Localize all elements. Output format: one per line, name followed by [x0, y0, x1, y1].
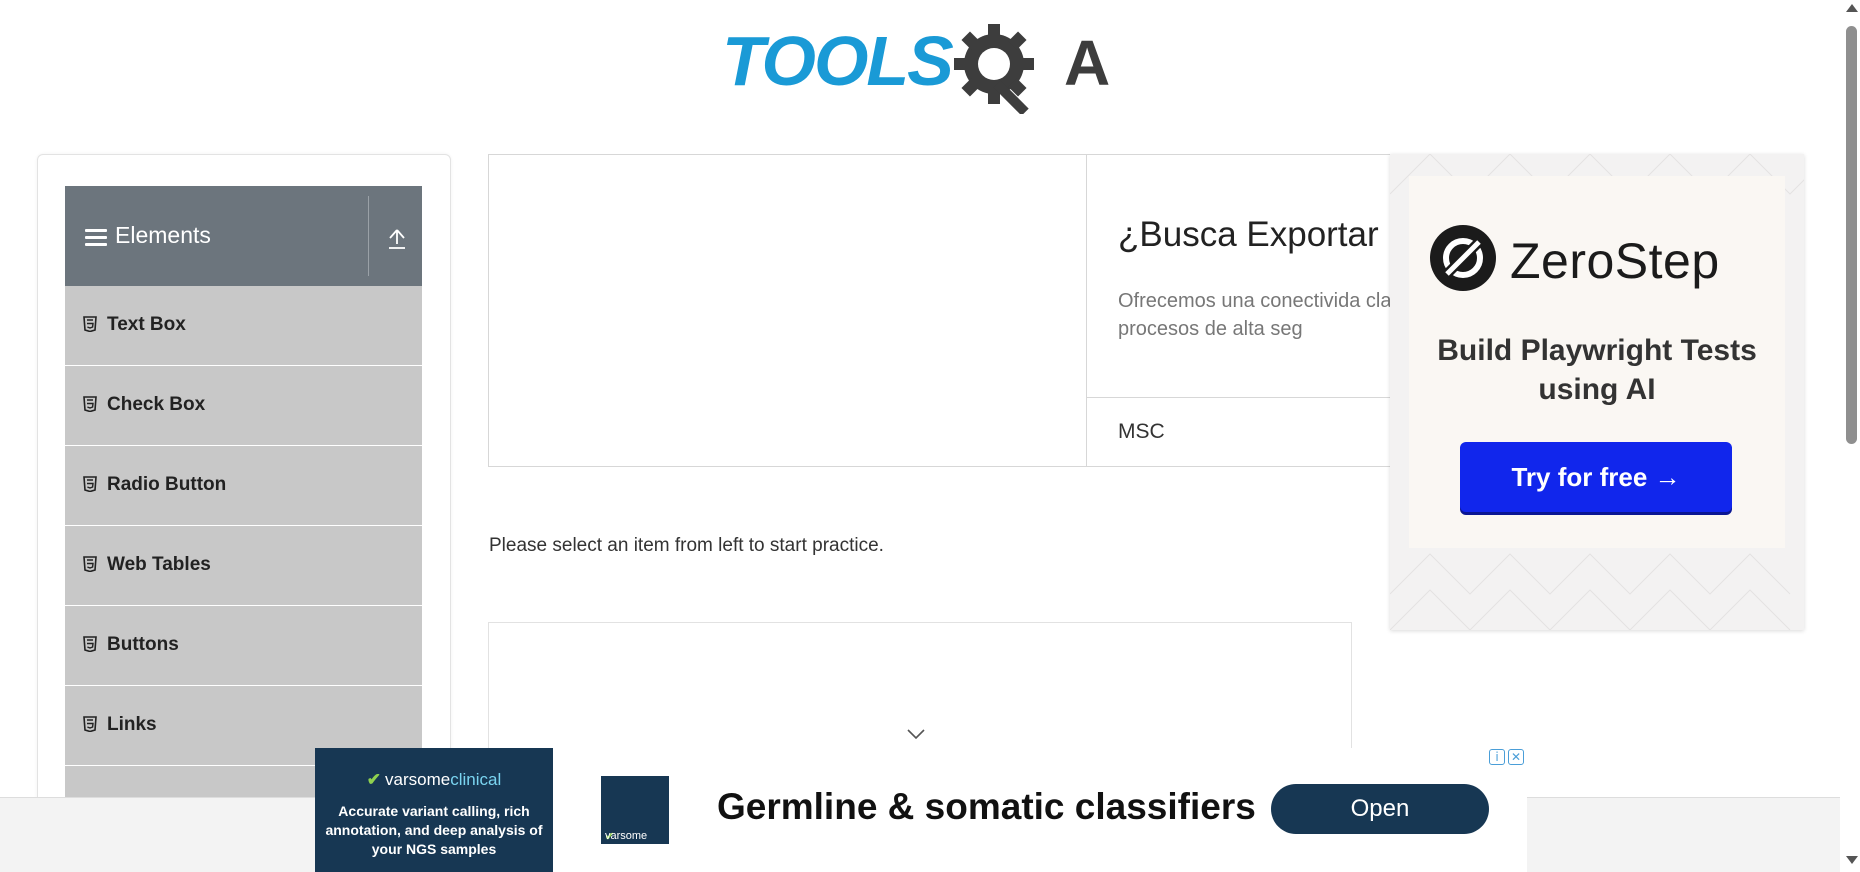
- ad-image-area: [489, 155, 1087, 466]
- page-scrollbar[interactable]: [1843, 0, 1860, 872]
- html5-icon: [83, 396, 97, 412]
- varsome-logo: ✔ varsomeclinical: [366, 770, 502, 789]
- ad-headline: ¿Busca Exportar: [1118, 215, 1379, 254]
- zerostep-brand: ZeroStep: [1510, 233, 1720, 289]
- html5-icon: [83, 556, 97, 572]
- scroll-down-arrow-icon[interactable]: [1846, 856, 1858, 864]
- varsome-description: Accurate variant calling, rich annotatio…: [325, 803, 543, 857]
- sidebar-item-web-tables[interactable]: Web Tables: [65, 526, 422, 606]
- ad-headline: Germline & somatic classifiers: [717, 786, 1256, 827]
- zerostep-ad[interactable]: ZeroStep Build Playwright Tests using AI…: [1390, 154, 1804, 630]
- elements-group-header[interactable]: Elements: [65, 186, 422, 286]
- ad-choices[interactable]: i ✕: [1487, 748, 1527, 766]
- close-icon[interactable]: ✕: [1508, 749, 1524, 765]
- collapse-upload-icon[interactable]: [387, 228, 407, 250]
- sidebar-item-label: Radio Button: [107, 474, 227, 495]
- svg-text:TOOLS: TOOLS: [722, 22, 953, 100]
- group-title: Elements: [115, 222, 211, 248]
- sidebar-item-label: Links: [107, 714, 157, 735]
- ad-inner-panel: ZeroStep Build Playwright Tests using AI…: [1409, 176, 1785, 548]
- sidebar-item-label: Check Box: [107, 394, 206, 415]
- sidebar-item-label: Text Box: [107, 314, 186, 335]
- sidebar-item-buttons[interactable]: Buttons: [65, 606, 422, 686]
- varsome-brand-block: ✔ varsomeclinical Accurate variant callin…: [315, 748, 553, 872]
- zerostep-logo-icon: [1430, 225, 1496, 291]
- svg-text:A: A: [1064, 27, 1110, 99]
- html5-icon: [83, 476, 97, 492]
- checkmark-icon: ✔: [366, 770, 382, 789]
- practice-prompt: Please select an item from left to start…: [489, 535, 884, 556]
- msc-ad-card[interactable]: ¿Busca Exportar Ofrecemos una conectivid…: [488, 154, 1428, 467]
- scrollbar-thumb[interactable]: [1846, 26, 1857, 444]
- hamburger-icon: [85, 229, 107, 247]
- ad-divider: [1087, 397, 1400, 398]
- html5-icon: [83, 716, 97, 732]
- sidebar-item-radio-button[interactable]: Radio Button: [65, 446, 422, 526]
- ad-brand: MSC: [1118, 420, 1165, 443]
- html5-icon: [83, 636, 97, 652]
- toolsqa-logo[interactable]: TOOLS A: [722, 18, 1124, 114]
- sidebar-item-text-box[interactable]: Text Box: [65, 286, 422, 366]
- sidebar-item-label: Buttons: [107, 634, 179, 655]
- open-button[interactable]: Open: [1271, 784, 1489, 834]
- chevron-down-icon[interactable]: [907, 729, 925, 739]
- ad-tagline: Build Playwright Tests using AI: [1437, 334, 1757, 406]
- try-for-free-button[interactable]: Try for free →: [1460, 442, 1732, 512]
- html5-icon: [83, 316, 97, 332]
- header-divider: [368, 196, 369, 276]
- scroll-up-arrow-icon[interactable]: [1846, 4, 1858, 12]
- info-icon[interactable]: i: [1489, 749, 1505, 765]
- sidebar-item-check-box[interactable]: Check Box: [65, 366, 422, 446]
- varsome-ad[interactable]: ✔ varsomeclinical Accurate variant callin…: [315, 748, 1527, 872]
- sidebar-item-label: Web Tables: [107, 554, 211, 575]
- varsome-thumbnail: ✔ varsome: [601, 776, 669, 844]
